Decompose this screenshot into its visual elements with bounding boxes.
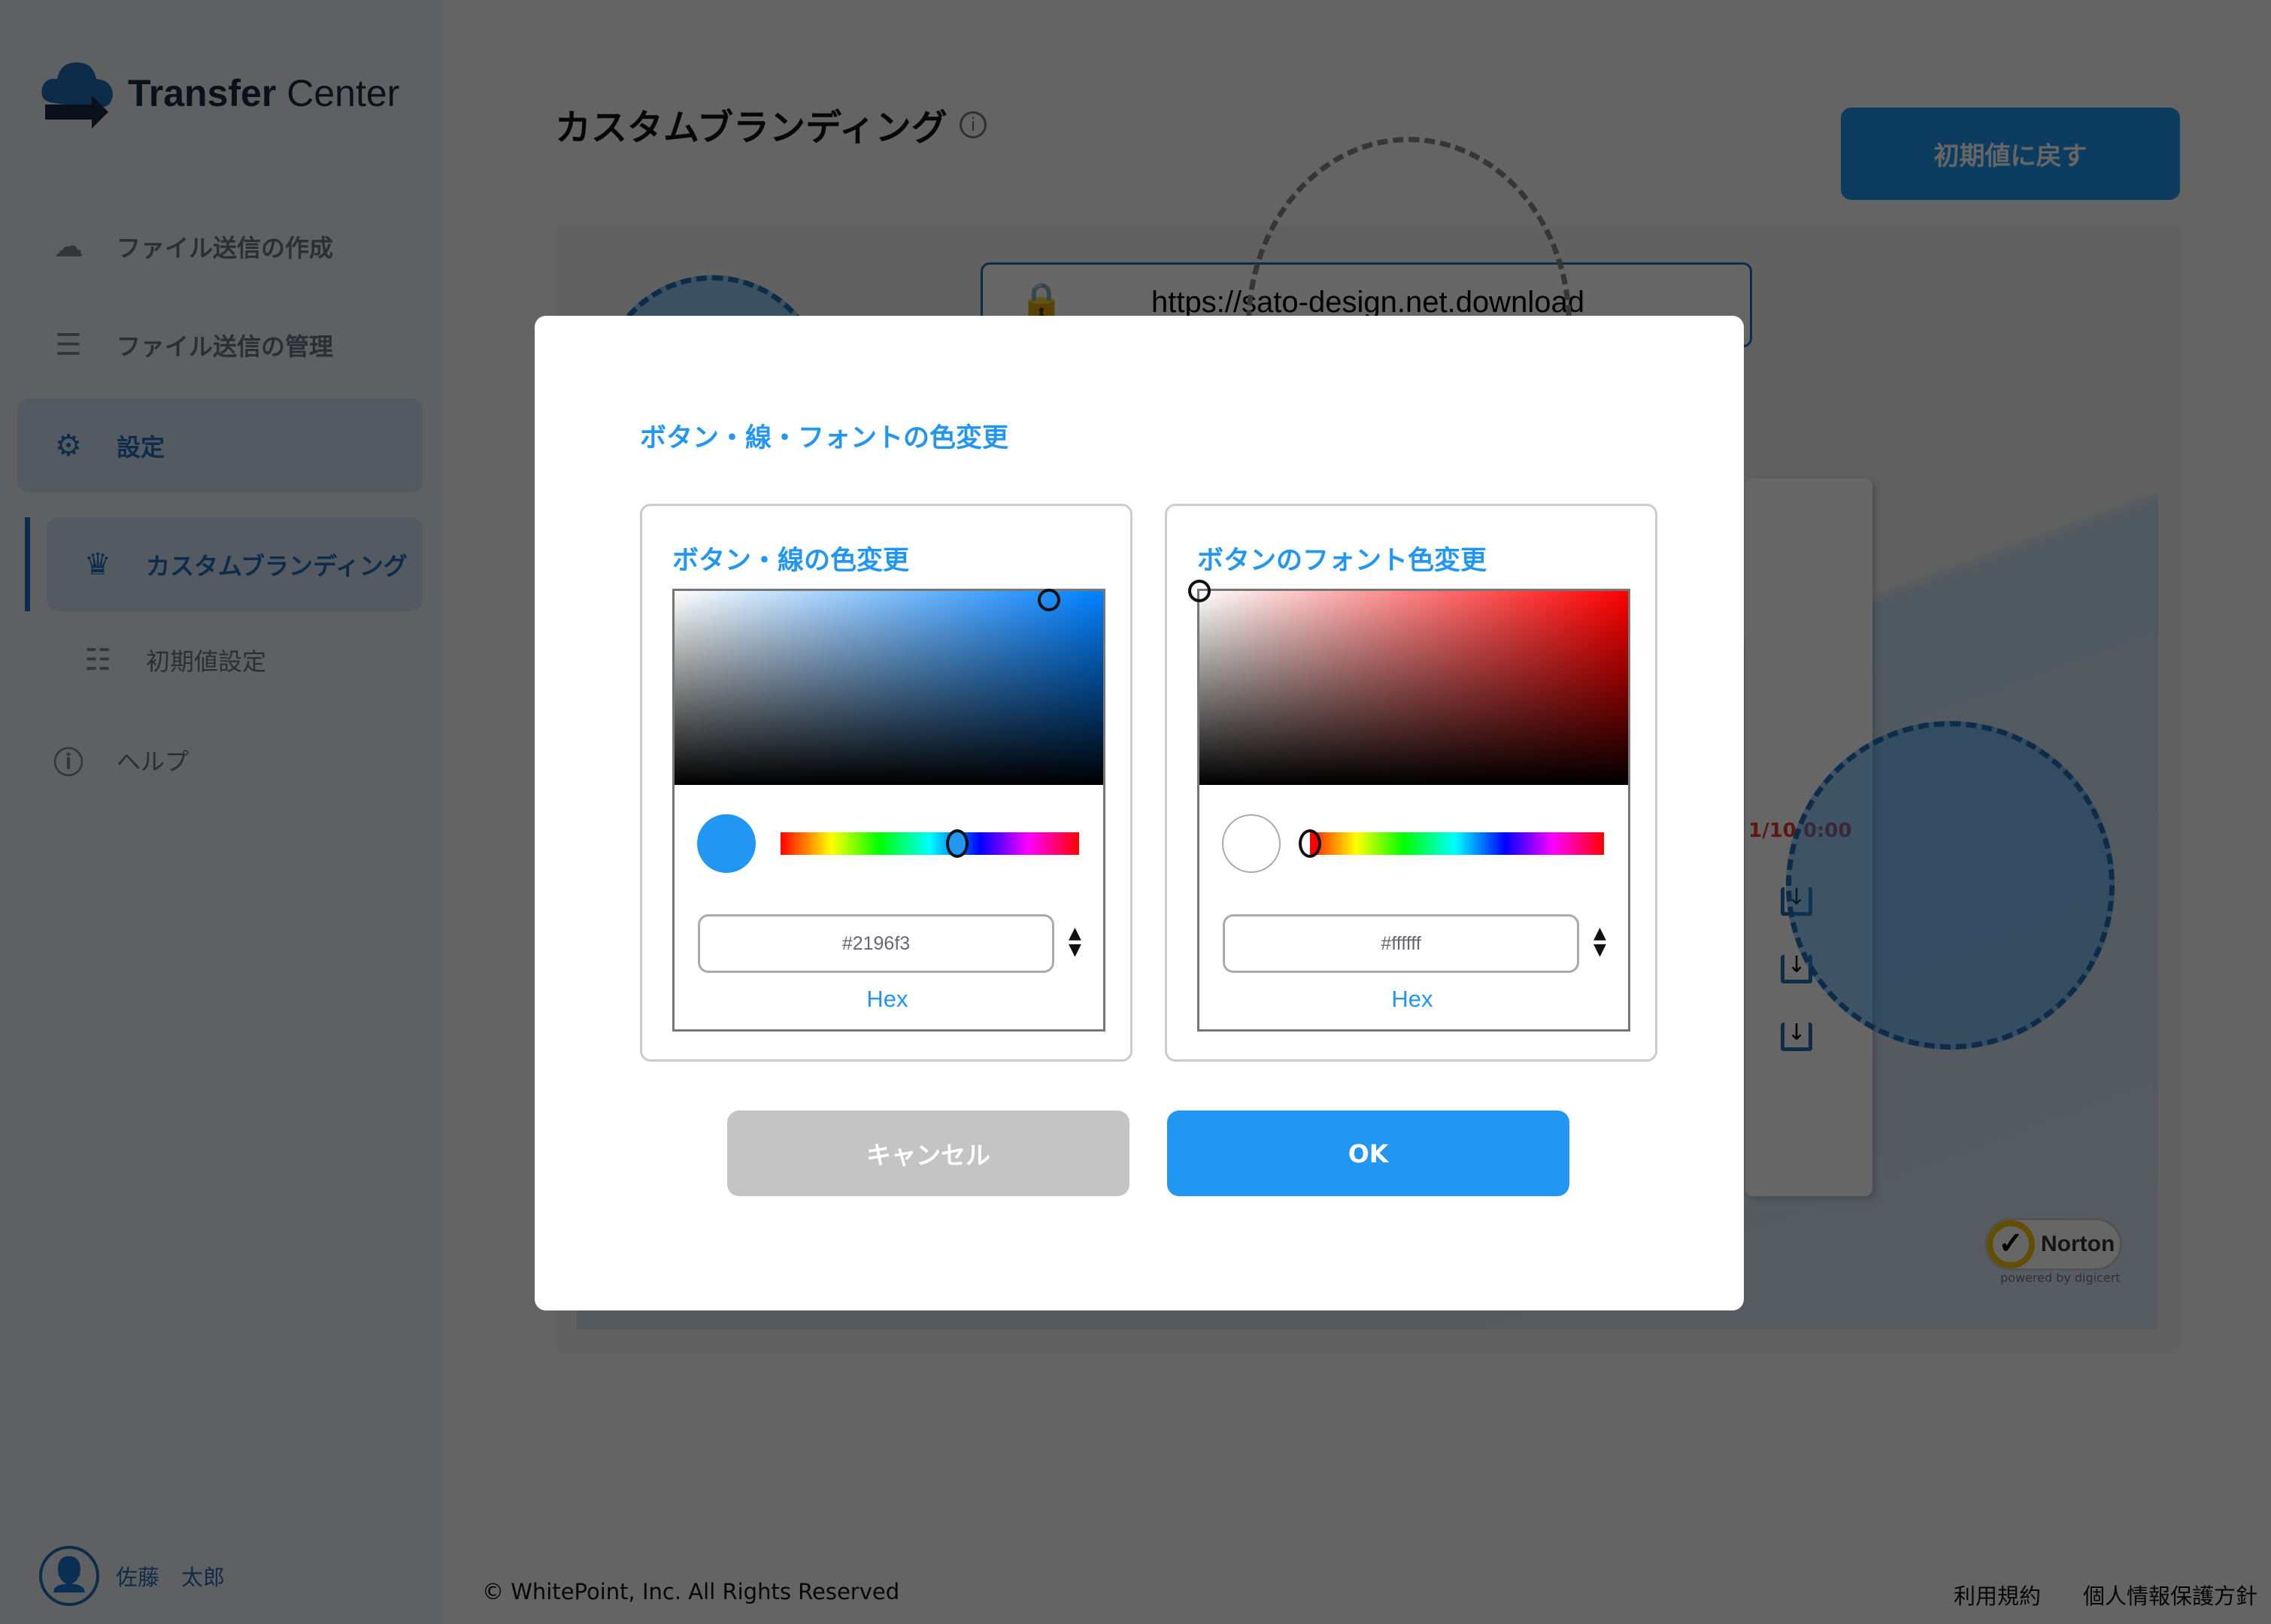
sidebar-item-settings[interactable]: ⚙ 設定 bbox=[17, 398, 423, 492]
reset-defaults-button[interactable]: 初期値に戻す bbox=[1841, 108, 2180, 200]
button-font-color-panel: ボタンのフォント色変更 #ffffff ▲ ▼ Hex bbox=[1165, 504, 1657, 1062]
avatar[interactable]: 👤 bbox=[39, 1546, 99, 1606]
help-icon: ⓘ bbox=[53, 745, 83, 780]
list-icon: ☰ bbox=[55, 327, 82, 362]
dialog-title: ボタン・線・フォントの色変更 bbox=[640, 423, 1009, 453]
format-label: Hex bbox=[866, 986, 908, 1012]
format-toggle-icon[interactable]: ▲ ▼ bbox=[1069, 926, 1081, 959]
hue-handle[interactable] bbox=[1299, 829, 1321, 858]
color-picker: #2196f3 ▲ ▼ Hex bbox=[672, 589, 1105, 1032]
gear-icon: ⚙ bbox=[55, 428, 82, 463]
info-icon[interactable]: i bbox=[960, 111, 987, 138]
preview-url: https://sato-design.net.download bbox=[1151, 286, 1584, 319]
color-change-dialog: ボタン・線・フォントの色変更 ボタン・線の色変更 #2196f3 ▲ ▼ Hex … bbox=[535, 316, 1744, 1310]
color-preview-swatch bbox=[697, 814, 756, 873]
format-label: Hex bbox=[1391, 986, 1433, 1012]
background-drop-zone[interactable] bbox=[1786, 721, 2115, 1050]
panel-title: ボタンのフォント色変更 bbox=[1197, 546, 1487, 576]
hex-input[interactable]: #2196f3 bbox=[698, 914, 1054, 973]
sidebar-item-create-transfer[interactable]: ☁ ファイル送信の作成 bbox=[17, 199, 423, 293]
terms-link[interactable]: 利用規約 bbox=[1954, 1579, 2041, 1610]
sidebar-item-help[interactable]: ⓘ ヘルプ bbox=[17, 713, 423, 807]
privacy-link[interactable]: 個人情報保護方針 bbox=[2083, 1579, 2257, 1610]
sidebar-item-manage-transfers[interactable]: ☰ ファイル送信の管理 bbox=[17, 298, 423, 392]
ok-button[interactable]: OK bbox=[1167, 1110, 1569, 1196]
color-preview-swatch bbox=[1222, 814, 1281, 873]
hue-handle[interactable] bbox=[946, 829, 969, 858]
sidebar: Transfer Center ☁ ファイル送信の作成 ☰ ファイル送信の管理 ⚙ 設… bbox=[0, 0, 442, 1624]
saturation-value-area[interactable] bbox=[1199, 591, 1628, 785]
sidebar-item-custom-branding[interactable]: ♛ カスタムブランディング bbox=[47, 517, 423, 611]
sv-handle[interactable] bbox=[1038, 589, 1060, 611]
hue-slider[interactable] bbox=[1305, 832, 1604, 855]
sv-handle[interactable] bbox=[1188, 580, 1211, 602]
color-picker: #ffffff ▲ ▼ Hex bbox=[1188, 580, 1630, 1032]
logo-icon bbox=[41, 62, 113, 129]
app-logo-text: Transfer Center bbox=[128, 72, 400, 114]
sidebar-item-default-settings[interactable]: ☷ 初期値設定 bbox=[47, 613, 423, 707]
panel-title: ボタン・線の色変更 bbox=[672, 546, 910, 576]
download-icon: ↓ bbox=[1781, 1022, 1812, 1051]
crown-icon: ♛ bbox=[84, 547, 111, 582]
hex-input[interactable]: #ffffff bbox=[1223, 914, 1579, 973]
norton-sub: powered by digicert bbox=[2000, 1271, 2121, 1285]
page-title: カスタムブランディング bbox=[555, 107, 948, 149]
sliders-icon: ☷ bbox=[84, 642, 111, 677]
check-icon: ✓ bbox=[1987, 1220, 2035, 1268]
cancel-button[interactable]: キャンセル bbox=[727, 1110, 1129, 1196]
active-indicator bbox=[25, 517, 30, 611]
cloud-upload-icon: ☁ bbox=[53, 229, 83, 264]
user-name[interactable]: 佐藤 太郎 bbox=[116, 1560, 225, 1592]
hue-slider[interactable] bbox=[781, 832, 1079, 855]
norton-badge: ✓ Norton bbox=[1984, 1218, 2122, 1271]
format-toggle-icon[interactable]: ▲ ▼ bbox=[1593, 926, 1606, 959]
button-line-color-panel: ボタン・線の色変更 #2196f3 ▲ ▼ Hex bbox=[640, 504, 1132, 1062]
copyright: © WhitePoint, Inc. All Rights Reserved bbox=[482, 1579, 900, 1604]
saturation-value-area[interactable] bbox=[675, 591, 1103, 785]
